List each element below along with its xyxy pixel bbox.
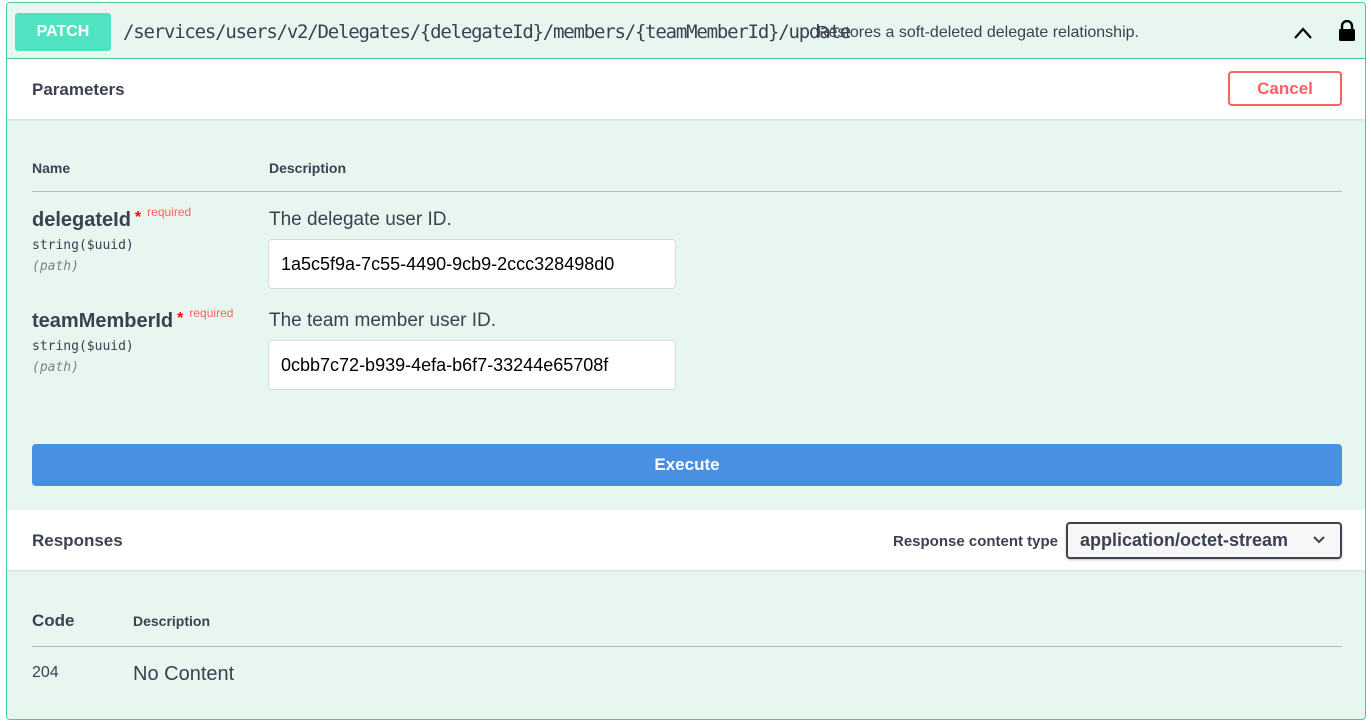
- operation-block: PATCH /services/users/v2/Delegates/{dele…: [6, 2, 1366, 720]
- response-code: 204: [32, 664, 59, 681]
- response-col-description: Description: [133, 613, 211, 629]
- param-name-text: delegateId: [32, 209, 131, 231]
- operation-summary-text: Restores a soft-deleted delegate relatio…: [817, 24, 1139, 41]
- responses-title: Responses: [32, 531, 123, 550]
- required-star: *: [134, 209, 142, 226]
- param-name-delegate-id: delegateId * required: [32, 205, 191, 232]
- required-label: required: [189, 306, 234, 320]
- endpoint-path: /services/users/v2/Delegates/{delegateId…: [123, 21, 851, 43]
- param-location: (path): [32, 259, 79, 274]
- chevron-down-icon: [1313, 536, 1325, 544]
- execute-button[interactable]: Execute: [32, 444, 1342, 486]
- response-table-divider: [32, 646, 1342, 647]
- param-description: The delegate user ID.: [269, 209, 452, 230]
- required-label: required: [147, 205, 192, 219]
- lock-icon[interactable]: [1337, 20, 1357, 42]
- param-col-name: Name: [32, 160, 71, 176]
- responses-header: Responses Response content type applicat…: [7, 510, 1365, 570]
- param-name-team-member-id: teamMemberId * required: [32, 306, 233, 333]
- team-member-id-input[interactable]: 0cbb7c72-b939-4efa-b6f7-33244e65708f: [268, 340, 676, 390]
- response-col-code: Code: [32, 611, 75, 630]
- param-type: string($uuid): [32, 339, 134, 354]
- param-description: The team member user ID.: [269, 310, 497, 331]
- content-type-value: application/octet-stream: [1080, 530, 1289, 550]
- response-content-type-label: Response content type: [893, 533, 1059, 550]
- operation-summary[interactable]: PATCH /services/users/v2/Delegates/{dele…: [7, 3, 1365, 59]
- delegate-id-input[interactable]: 1a5c5f9a-7c55-4490-9cb9-2ccc328498d0: [268, 239, 676, 289]
- cancel-button[interactable]: Cancel: [1228, 71, 1342, 106]
- param-table-divider: [32, 191, 1342, 192]
- param-location: (path): [32, 360, 79, 375]
- param-col-description: Description: [269, 160, 347, 176]
- param-name-text: teamMemberId: [32, 310, 174, 332]
- param-type: string($uuid): [32, 238, 134, 253]
- response-description: No Content: [133, 663, 235, 685]
- parameters-title: Parameters: [32, 80, 125, 99]
- chevron-up-icon[interactable]: [1293, 25, 1313, 41]
- parameters-header: Parameters Cancel: [7, 59, 1365, 119]
- required-star: *: [177, 310, 184, 327]
- response-content-type-select[interactable]: application/octet-stream: [1066, 522, 1342, 559]
- http-method-badge: PATCH: [15, 13, 111, 51]
